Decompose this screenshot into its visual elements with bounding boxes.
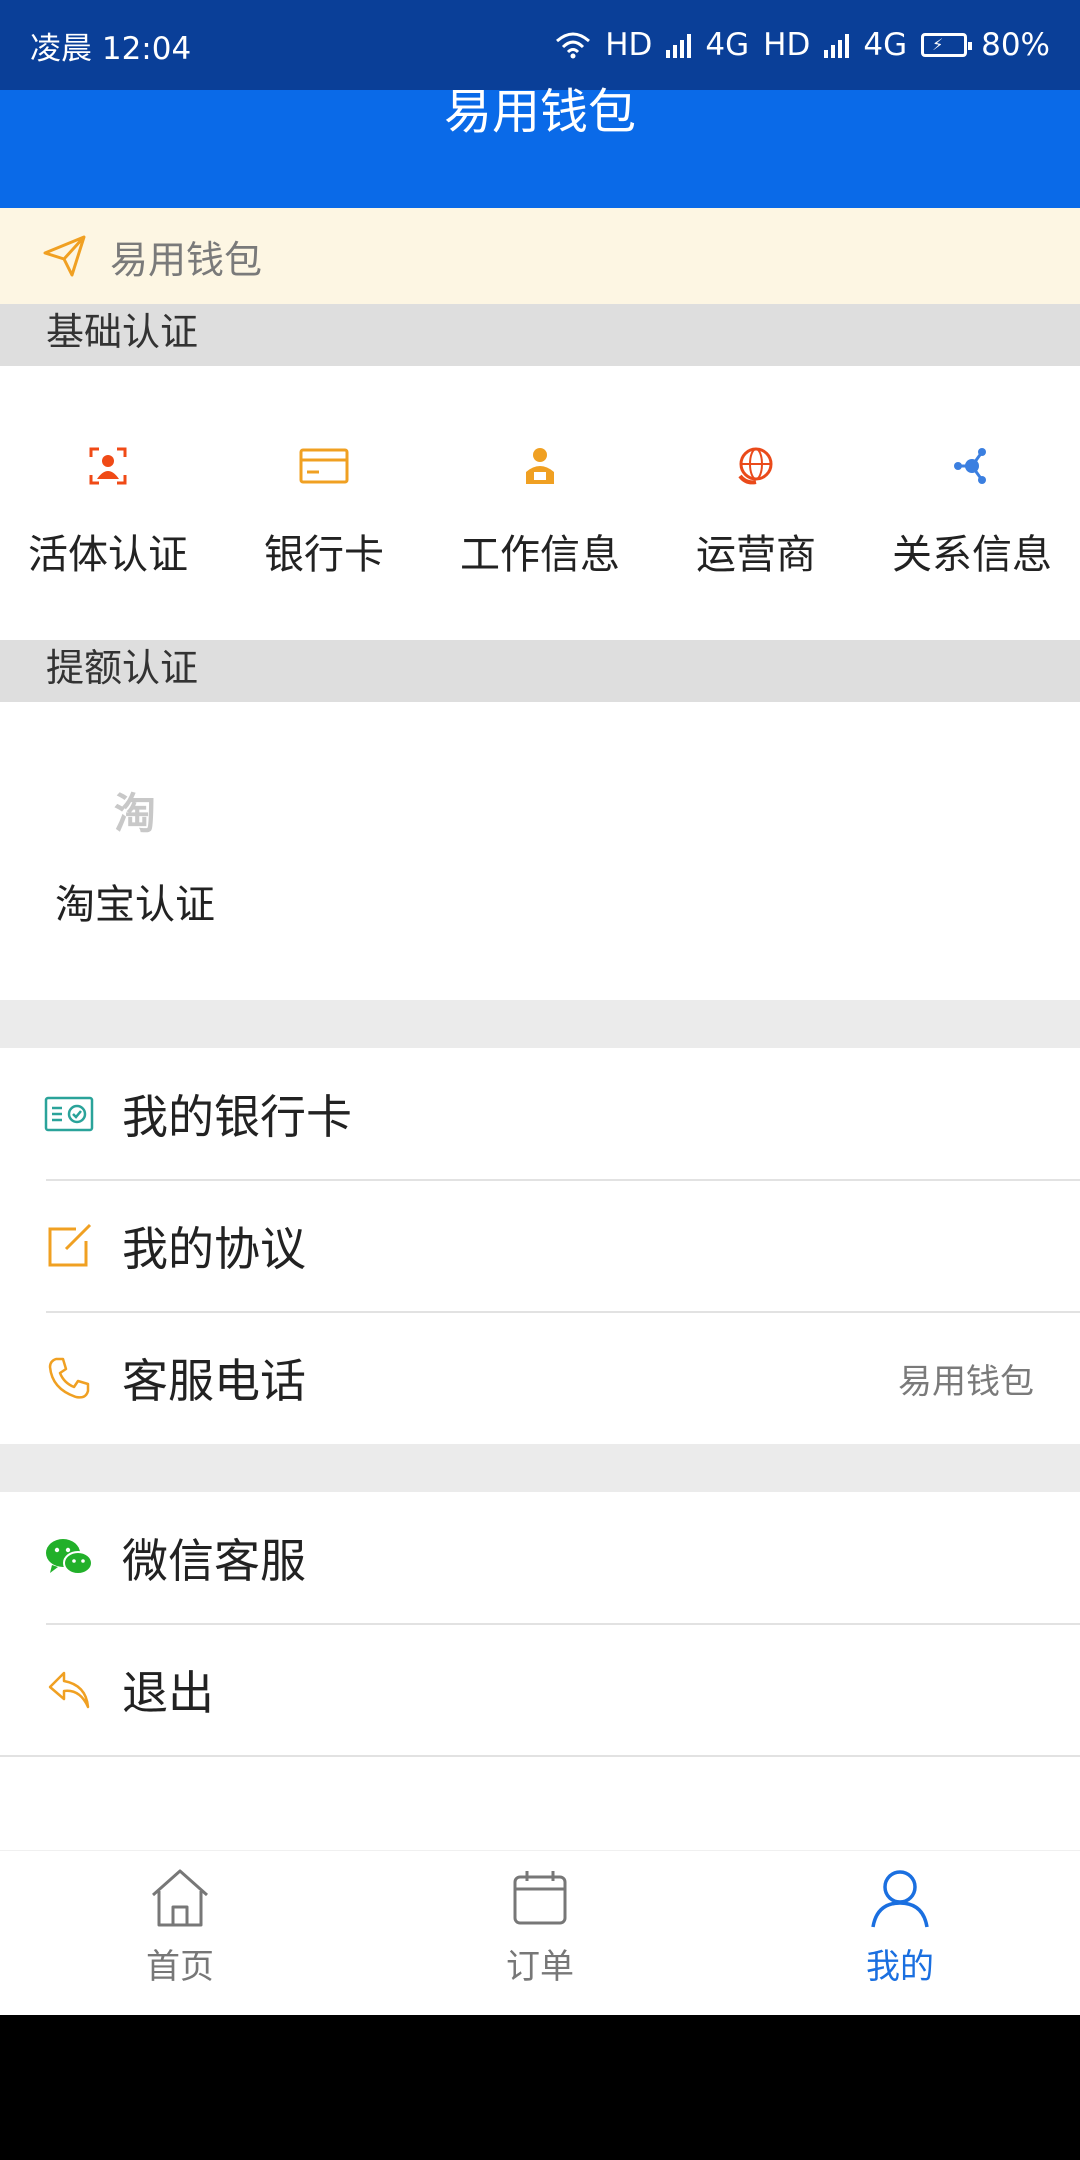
relation-nodes-icon bbox=[954, 448, 986, 484]
auth-item-carrier[interactable]: 运营商 bbox=[648, 436, 864, 580]
tab-mine[interactable]: 我的 bbox=[720, 1851, 1080, 2016]
basic-auth-grid: 活体认证 银行卡 工作信息 运营商 关系信息 bbox=[0, 436, 1080, 580]
work-person-icon bbox=[526, 448, 554, 484]
section-basic-auth: 基础认证 bbox=[0, 304, 1080, 366]
tab-home[interactable]: 首页 bbox=[0, 1851, 360, 2016]
menu-label: 微信客服 bbox=[122, 1534, 306, 1588]
section-title: 基础认证 bbox=[46, 310, 199, 354]
hd-label-1: HD bbox=[605, 27, 653, 63]
auth-item-label: 活体认证 bbox=[28, 532, 188, 578]
battery-percent: 80% bbox=[981, 27, 1050, 63]
auth-item-face[interactable]: 活体认证 bbox=[0, 436, 216, 580]
menu-my-agreements[interactable]: 我的协议 bbox=[0, 1180, 1080, 1312]
auth-item-label: 运营商 bbox=[696, 532, 816, 578]
taobao-icon: 淘 bbox=[113, 788, 156, 838]
menu-service-phone[interactable]: 客服电话 易用钱包 bbox=[0, 1312, 1080, 1444]
menu-my-bank-cards[interactable]: 我的银行卡 bbox=[0, 1048, 1080, 1180]
globe-carrier-icon bbox=[738, 447, 773, 485]
bank-card-check-icon bbox=[44, 1096, 94, 1132]
section-gap bbox=[0, 1000, 1080, 1048]
hd-label-2: HD bbox=[763, 27, 811, 63]
auth-item-work[interactable]: 工作信息 bbox=[432, 436, 648, 580]
auth-item-relations[interactable]: 关系信息 bbox=[864, 436, 1080, 580]
menu-label: 客服电话 bbox=[122, 1354, 306, 1408]
service-phone-value: 易用钱包 bbox=[898, 1361, 1034, 1402]
face-verify-icon bbox=[89, 447, 127, 485]
bottom-tab-bar: 首页 订单 我的 bbox=[0, 1850, 1080, 2016]
home-icon bbox=[152, 1869, 208, 1927]
send-icon bbox=[43, 235, 86, 277]
page-title: 易用钱包 bbox=[443, 84, 636, 140]
menu-label: 退出 bbox=[122, 1666, 214, 1720]
auth-item-label: 工作信息 bbox=[460, 532, 620, 578]
divider bbox=[0, 1755, 1080, 1757]
user-icon bbox=[871, 1870, 929, 1928]
wechat-icon bbox=[46, 1539, 93, 1575]
tab-label: 订单 bbox=[506, 1947, 574, 1987]
auth-item-label: 淘宝认证 bbox=[55, 882, 215, 928]
limit-auth-grid: 淘 淘宝认证 bbox=[0, 780, 1080, 930]
calendar-icon bbox=[513, 1871, 567, 1925]
section-limit-auth: 提额认证 bbox=[0, 640, 1080, 702]
menu-label: 我的协议 bbox=[122, 1222, 306, 1276]
auth-item-label: 银行卡 bbox=[264, 532, 384, 578]
signal-icon-2 bbox=[824, 32, 850, 58]
auth-item-taobao[interactable]: 淘 淘宝认证 bbox=[0, 780, 270, 930]
auth-item-label: 关系信息 bbox=[892, 532, 1052, 578]
status-bar: 凌晨 12:04 HD 4G HD 4G ⚡ 80% bbox=[0, 0, 1080, 90]
tab-orders[interactable]: 订单 bbox=[360, 1851, 720, 2016]
wifi-icon bbox=[556, 32, 591, 59]
tab-label: 我的 bbox=[866, 1947, 934, 1987]
network-label-2: 4G bbox=[863, 27, 908, 63]
network-label-1: 4G bbox=[705, 27, 750, 63]
edit-icon bbox=[48, 1223, 92, 1267]
auth-item-bank-card[interactable]: 银行卡 bbox=[216, 436, 432, 580]
section-gap bbox=[0, 1444, 1080, 1492]
notice-text: 易用钱包 bbox=[110, 237, 263, 282]
system-nav-bar bbox=[0, 2015, 1080, 2160]
status-time: 凌晨 12:04 bbox=[30, 30, 192, 67]
menu-label: 我的银行卡 bbox=[122, 1090, 352, 1144]
signal-icon-1 bbox=[666, 32, 692, 58]
battery-icon: ⚡ bbox=[921, 33, 973, 57]
menu-wechat-service[interactable]: 微信客服 bbox=[0, 1492, 1080, 1624]
phone-icon bbox=[48, 1357, 90, 1399]
bank-card-icon bbox=[299, 448, 349, 484]
section-title: 提额认证 bbox=[46, 646, 199, 690]
status-icons: HD 4G HD 4G ⚡ 80% bbox=[555, 27, 1050, 63]
app-header: 易用钱包 bbox=[0, 84, 1080, 208]
notice-bar[interactable]: 易用钱包 bbox=[0, 208, 1080, 304]
tab-label: 首页 bbox=[146, 1947, 214, 1987]
reply-back-icon bbox=[48, 1671, 90, 1709]
menu-logout[interactable]: 退出 bbox=[0, 1624, 1080, 1756]
